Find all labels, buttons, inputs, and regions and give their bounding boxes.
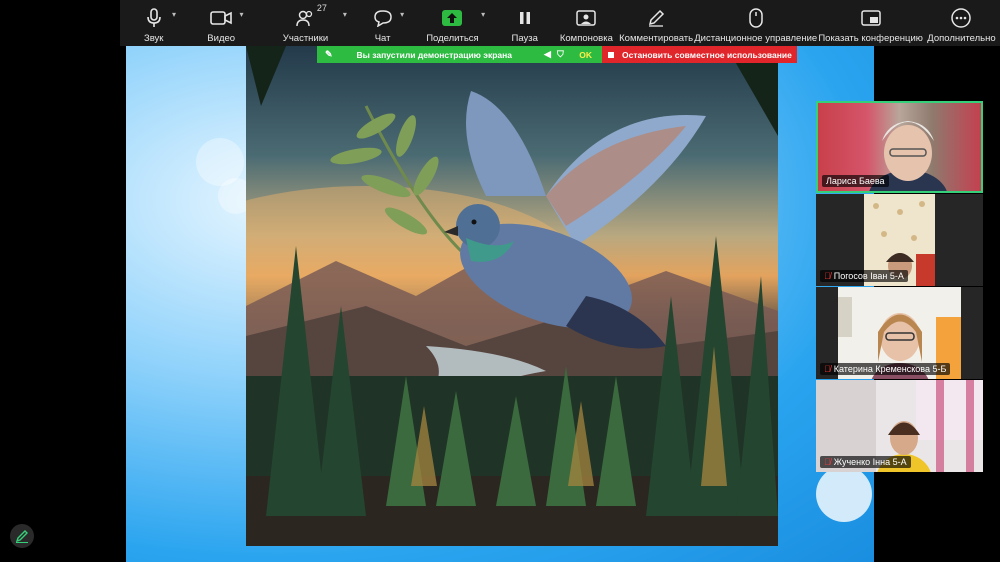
show-meeting-label: Показать конференцию	[818, 33, 923, 44]
show-meeting-button[interactable]: Показать конференцию	[818, 0, 923, 46]
shared-artwork	[246, 46, 778, 546]
participant-name: Лариса Баева	[822, 175, 889, 187]
participant-tile[interactable]: Лариса Баева	[816, 101, 983, 193]
participants-count: 27	[316, 3, 327, 13]
stop-icon	[608, 51, 614, 58]
mic-off-icon: 🎙̸	[824, 364, 831, 374]
stop-share-button[interactable]: Остановить совместное использование	[602, 46, 797, 63]
more-icon	[951, 7, 972, 29]
participant-tile[interactable]: 🎙̸ Жученко Інна 5-А	[816, 380, 983, 472]
pause-button[interactable]: Пауза	[496, 0, 554, 46]
participants-chevron-down-icon[interactable]: ▾	[343, 10, 347, 19]
video-camera-icon	[210, 7, 232, 29]
participants-button[interactable]: 27 ▾ Участники	[255, 0, 356, 46]
video-button[interactable]: ▾ Видео	[187, 0, 254, 46]
show-meeting-icon	[860, 7, 881, 29]
participant-name: 🎙̸ Жученко Інна 5-А	[820, 456, 911, 468]
participant-tile[interactable]: 🎙̸ Погосов Іван 5-А	[816, 194, 983, 286]
microphone-icon	[146, 7, 162, 29]
participants-icon	[295, 7, 315, 29]
pause-icon	[518, 7, 532, 29]
stop-share-label: Остановить совместное использование	[622, 49, 792, 60]
video-label: Видео	[207, 33, 236, 44]
share-screen-button[interactable]: ▾ Поделиться	[409, 0, 496, 46]
more-button[interactable]: Дополнительно	[923, 0, 1000, 46]
meeting-toolbar: ▾ Звук ▾ Видео 27 ▾ Участники ▾ Чат ▾ По…	[120, 0, 1000, 46]
mouse-icon	[748, 7, 763, 29]
remote-control-label: Дистанционное управление	[694, 33, 818, 44]
layout-label: Компоновка	[559, 33, 613, 44]
annotate-button[interactable]: Комментировать	[619, 0, 693, 46]
speaker-icon: ◀	[544, 49, 551, 59]
share-status-text: Вы запустили демонстрацию экрана	[356, 49, 513, 60]
participant-name: 🎙̸ Погосов Іван 5-А	[820, 270, 908, 282]
chat-button[interactable]: ▾ Чат	[356, 0, 409, 46]
share-label: Поделиться	[426, 33, 479, 44]
pause-label: Пауза	[511, 33, 538, 44]
pencil-icon	[647, 7, 665, 29]
participant-tile[interactable]: 🎙̸ Катерина Кременскова 5-Б	[816, 287, 983, 379]
share-status-banner: ✎ Вы запустили демонстрацию экрана ◀ ⛉ O…	[317, 46, 797, 63]
participant-panel: Лариса Баева 🎙̸ Погосов Іван 5-А 🎙̸ Кате…	[816, 101, 983, 473]
audio-label: Звук	[143, 33, 164, 44]
video-chevron-down-icon[interactable]: ▾	[239, 10, 243, 19]
shield-icon: ⛉	[556, 49, 564, 59]
audio-chevron-down-icon[interactable]: ▾	[172, 10, 176, 19]
share-status-icon: ✎	[325, 49, 333, 59]
annotate-label: Комментировать	[619, 33, 694, 44]
share-chevron-down-icon[interactable]: ▾	[481, 10, 485, 19]
chat-chevron-down-icon[interactable]: ▾	[400, 10, 404, 19]
mic-off-icon: 🎙̸	[824, 457, 831, 467]
ok-button[interactable]: OK	[579, 50, 592, 60]
chat-icon	[373, 7, 393, 29]
participants-label: Участники	[282, 33, 329, 44]
mic-off-icon: 🎙̸	[824, 271, 831, 281]
dove-forest-illustration	[246, 46, 778, 546]
remote-control-button[interactable]: Дистанционное управление	[693, 0, 818, 46]
pencil-icon	[15, 530, 28, 543]
share-screen-icon	[442, 7, 463, 29]
audio-button[interactable]: ▾ Звук	[120, 0, 187, 46]
share-status: ✎ Вы запустили демонстрацию экрана ◀ ⛉ O…	[317, 46, 602, 63]
chat-label: Чат	[374, 33, 391, 44]
layout-button[interactable]: Компоновка	[554, 0, 620, 46]
more-label: Дополнительно	[927, 33, 996, 44]
participant-name: 🎙̸ Катерина Кременскова 5-Б	[820, 363, 951, 375]
floating-annotate-button[interactable]	[10, 524, 34, 548]
layout-icon	[576, 7, 597, 29]
